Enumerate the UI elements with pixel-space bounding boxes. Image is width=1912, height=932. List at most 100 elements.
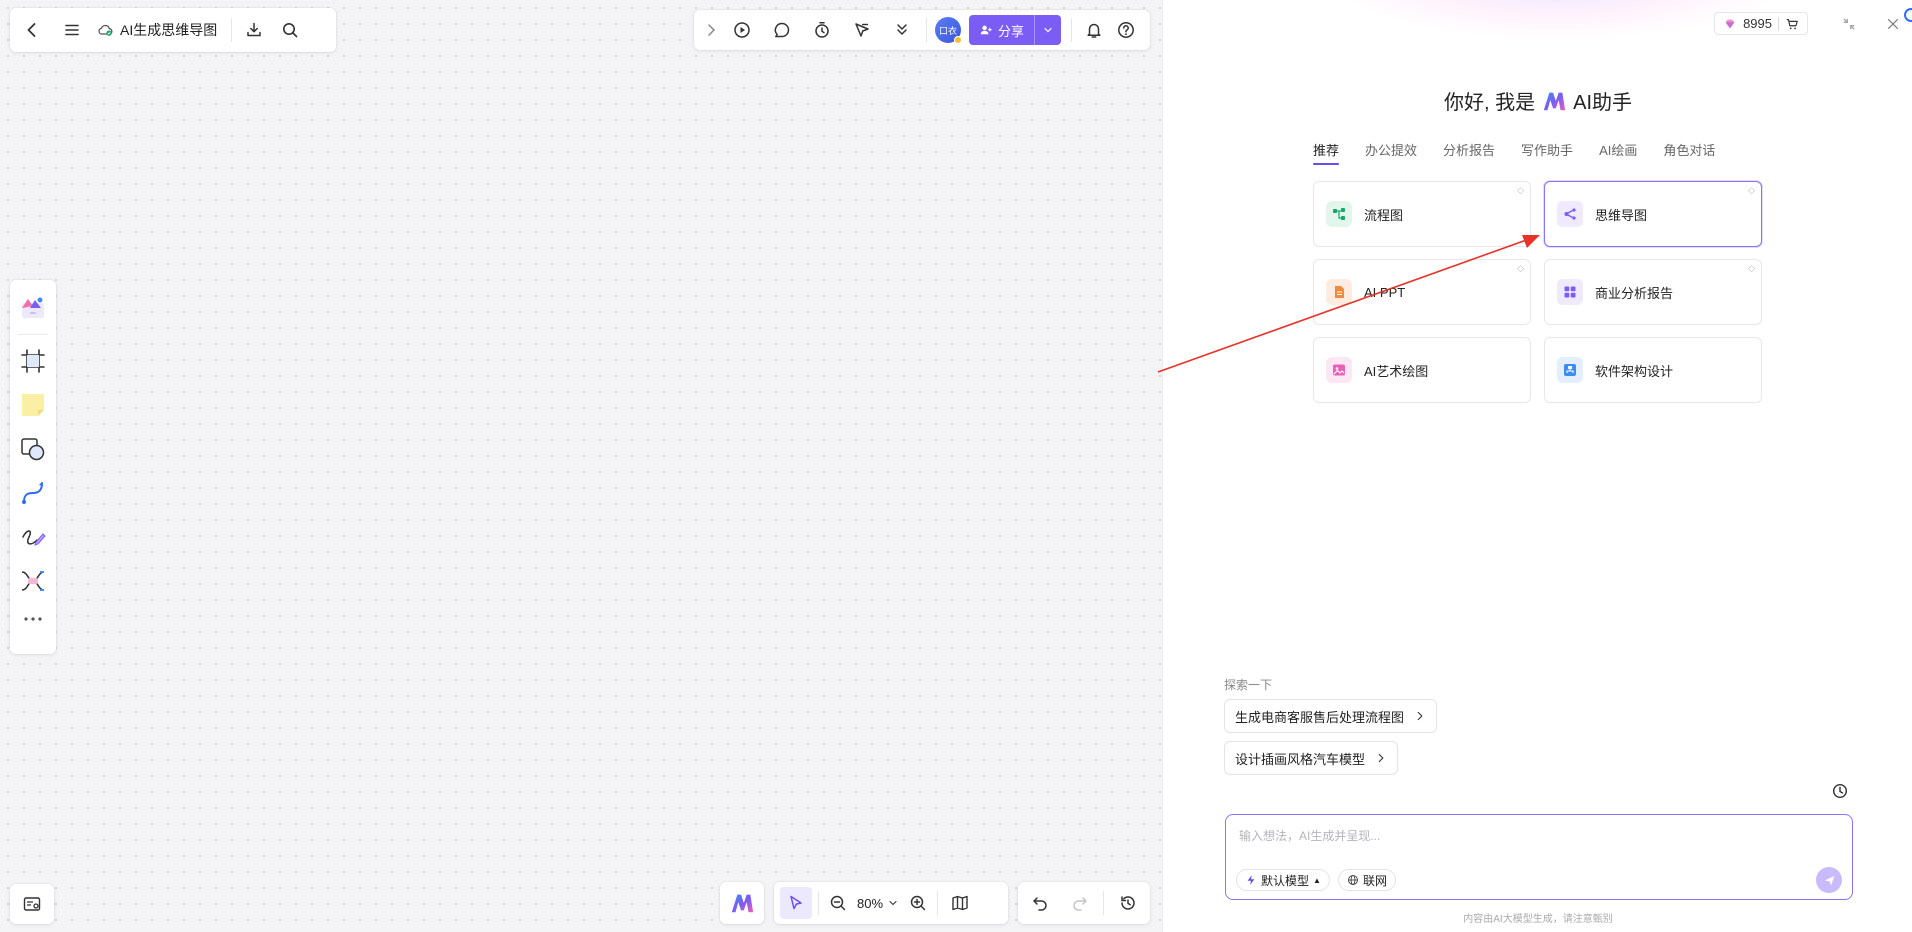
collapse-icon	[1843, 17, 1855, 30]
left-toolbar	[10, 280, 56, 654]
zoom-out-icon	[830, 895, 846, 911]
divider	[231, 18, 233, 42]
card-label: 软件架构设计	[1595, 363, 1674, 379]
close-button[interactable]	[1882, 13, 1904, 35]
history-toolbar	[1018, 882, 1150, 924]
tab-writing-assistant[interactable]: 写作助手	[1521, 140, 1573, 165]
ai-assistant-button[interactable]	[720, 882, 764, 924]
comment-icon	[774, 22, 790, 38]
comment-button[interactable]	[766, 14, 798, 46]
undo-icon	[1033, 897, 1047, 911]
card-business-report[interactable]: 商业分析报告 ◇	[1544, 259, 1762, 325]
menu-button[interactable]	[56, 14, 88, 46]
chevron-right-icon	[1417, 711, 1423, 721]
pen-tool[interactable]	[13, 515, 53, 559]
zoom-out-button[interactable]	[825, 887, 851, 919]
card-ai-art[interactable]: AI艺术绘图	[1313, 337, 1531, 403]
card-mindmap[interactable]: 思维导图 ◇	[1544, 181, 1762, 247]
connector-tool[interactable]	[13, 471, 53, 515]
pin-icon[interactable]: ◇	[1517, 185, 1524, 196]
prompt-input-box: 默认模型 ▲ 联网	[1225, 814, 1853, 900]
template-icon	[22, 297, 44, 318]
tab-role-chat[interactable]: 角色对话	[1663, 140, 1715, 165]
search-button[interactable]	[274, 14, 306, 46]
cart-icon[interactable]	[1785, 17, 1799, 31]
tab-recommended[interactable]: 推荐	[1313, 140, 1340, 165]
greeting-prefix: 你好, 我是	[1443, 92, 1536, 114]
frame-tool[interactable]	[13, 339, 53, 383]
redo-button[interactable]	[1064, 887, 1096, 919]
minimap-icon	[23, 897, 41, 911]
tab-analysis-report[interactable]: 分析报告	[1443, 140, 1495, 165]
chevron-down-icon	[889, 900, 897, 906]
more-button[interactable]	[13, 603, 53, 635]
globe-icon	[1348, 875, 1358, 885]
map-view-button[interactable]	[944, 887, 976, 919]
pin-icon[interactable]: ◇	[1748, 263, 1755, 274]
explore-label: 探索一下	[1224, 678, 1273, 692]
help-button[interactable]	[1110, 14, 1142, 46]
avatar-text: 口衣	[938, 25, 957, 36]
download-button[interactable]	[238, 14, 270, 46]
more-tools-button[interactable]	[886, 14, 918, 46]
select-tool-button[interactable]	[780, 887, 812, 919]
minimap-button[interactable]	[10, 884, 54, 924]
back-button[interactable]	[16, 14, 48, 46]
avatar[interactable]: 口衣	[935, 17, 962, 44]
version-history-button[interactable]	[1112, 887, 1144, 919]
collapse-button[interactable]	[700, 14, 722, 46]
pin-icon[interactable]: ◇	[1517, 263, 1524, 274]
zoom-level-dropdown[interactable]: 80%	[851, 896, 905, 911]
card-label: AI PPT	[1364, 284, 1406, 300]
share-main[interactable]: 分享	[969, 15, 1036, 45]
corner-indicator	[1904, 8, 1912, 22]
model-selector[interactable]: 默认模型 ▲	[1236, 869, 1330, 891]
whiteboard-canvas[interactable]	[0, 0, 1162, 932]
web-search-toggle[interactable]: 联网	[1338, 869, 1397, 891]
share-dropdown[interactable]	[1035, 15, 1061, 45]
divider	[1103, 891, 1105, 915]
credits-badge[interactable]: 8995	[1714, 12, 1808, 35]
greeting-title: 你好, 我是 AI助手	[1163, 86, 1912, 115]
card-software-architecture[interactable]: 软件架构设计	[1544, 337, 1762, 403]
chat-history-button[interactable]	[1831, 782, 1851, 802]
architecture-icon	[1557, 357, 1583, 383]
mindmap-tool[interactable]	[13, 559, 53, 603]
notification-button[interactable]	[1078, 14, 1110, 46]
timer-icon	[815, 22, 829, 38]
more-icon	[24, 617, 42, 621]
card-ai-ppt[interactable]: AI PPT ◇	[1313, 259, 1531, 325]
double-chevron-down-icon	[897, 24, 907, 36]
pin-icon[interactable]: ◇	[1748, 185, 1755, 196]
card-flowchart[interactable]: 流程图 ◇	[1313, 181, 1531, 247]
tab-ai-painting[interactable]: AI绘画	[1599, 140, 1637, 165]
feature-cards: 流程图 ◇ 思维导图 ◇ AI PPT ◇ 商业分析报告 ◇ AI艺术绘图 软件…	[1313, 181, 1762, 403]
template-tool[interactable]	[13, 286, 53, 330]
present-button[interactable]	[726, 14, 758, 46]
suggestion-text: 生成电商客服售后处理流程图	[1235, 709, 1405, 725]
send-button[interactable]	[1816, 867, 1842, 893]
sticky-note-tool[interactable]	[13, 383, 53, 427]
shape-tool[interactable]	[13, 427, 53, 471]
timer-button[interactable]	[806, 14, 838, 46]
laser-pointer-button[interactable]	[846, 14, 878, 46]
card-label: AI艺术绘图	[1364, 363, 1429, 379]
suggestion-chip[interactable]: 设计插画风格汽车模型	[1224, 741, 1399, 775]
chevron-left-icon	[27, 23, 36, 37]
top-left-toolbar: AI生成思维导图	[10, 8, 336, 52]
undo-button[interactable]	[1024, 887, 1056, 919]
document-title[interactable]: AI生成思维导图	[88, 20, 225, 40]
zoom-in-button[interactable]	[905, 887, 931, 919]
divider	[818, 891, 819, 915]
map-icon	[952, 895, 968, 911]
pen-icon	[22, 530, 46, 546]
prompt-input[interactable]	[1239, 823, 1819, 849]
share-button[interactable]: 分享	[969, 15, 1062, 45]
document-title-text: AI生成思维导图	[120, 22, 218, 38]
minimize-button[interactable]	[1838, 13, 1860, 35]
tab-office[interactable]: 办公提效	[1365, 140, 1417, 165]
status-dot	[954, 36, 962, 44]
zoom-in-icon	[910, 895, 926, 911]
bell-icon	[1087, 23, 1101, 38]
suggestion-chip[interactable]: 生成电商客服售后处理流程图	[1224, 699, 1438, 733]
